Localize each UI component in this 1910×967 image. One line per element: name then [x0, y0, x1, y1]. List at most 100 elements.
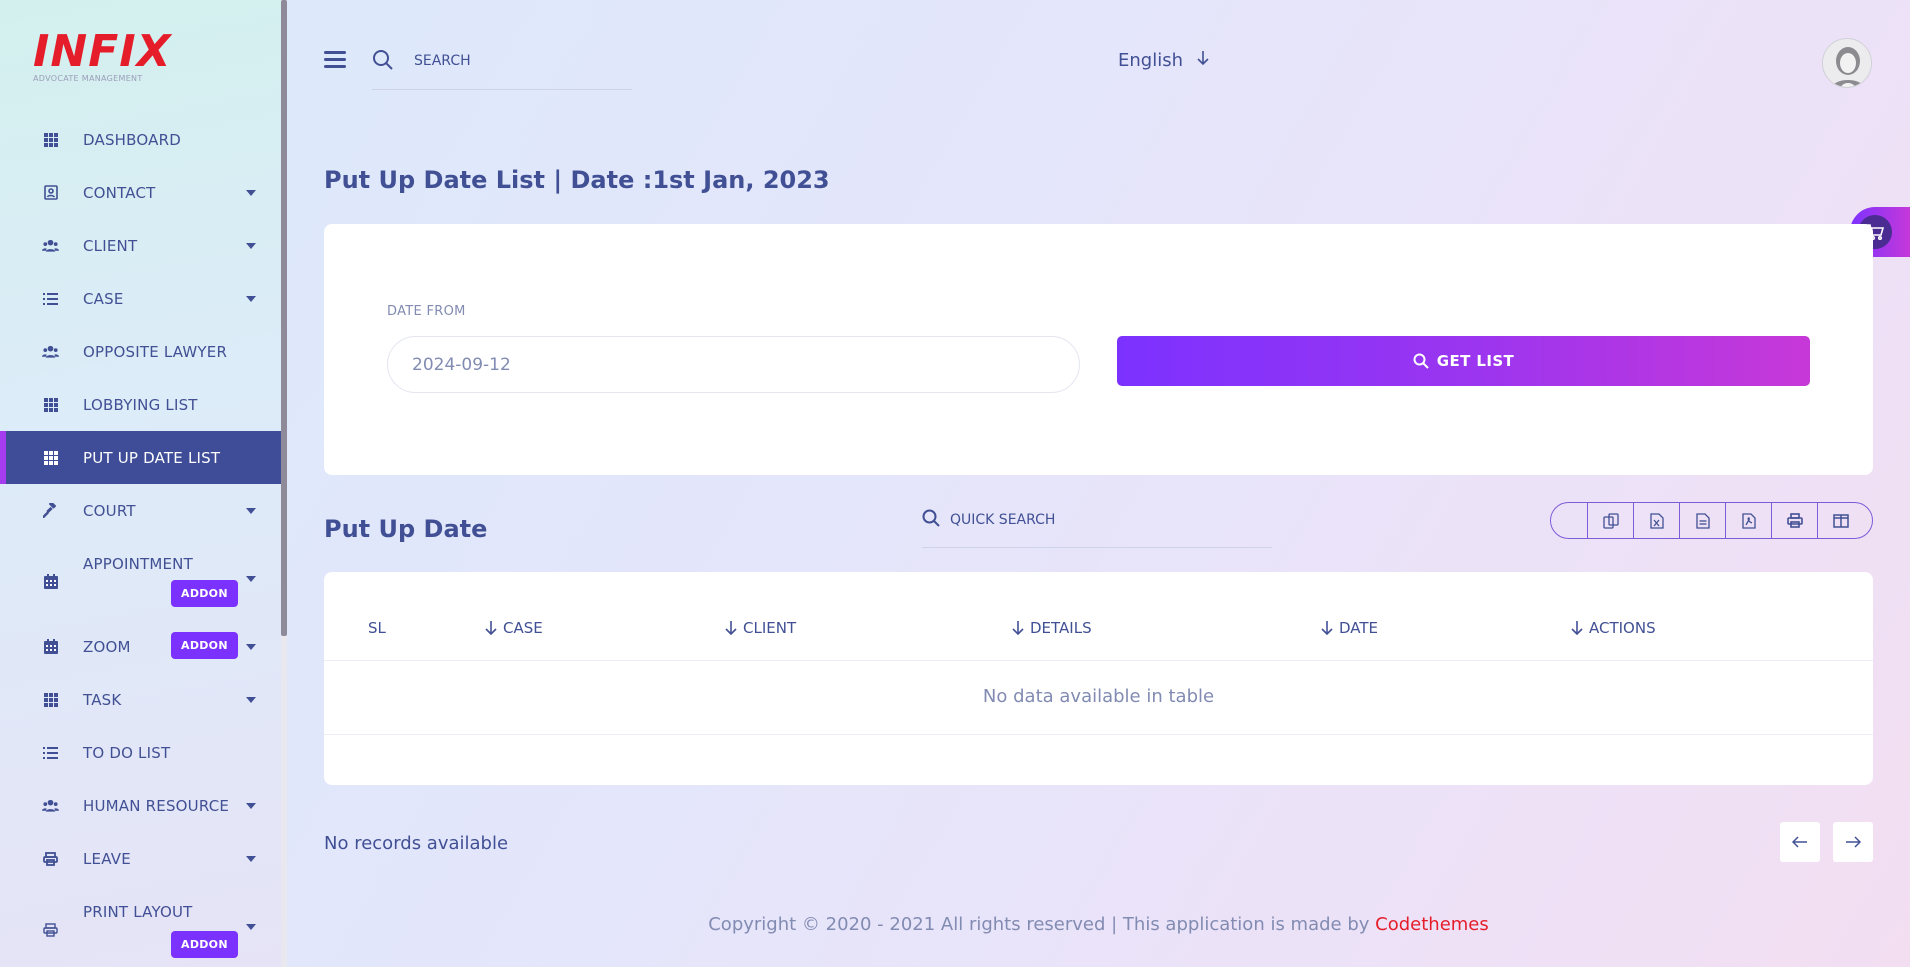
column-header-case[interactable]: Case — [485, 619, 543, 637]
column-header-label: Details — [1030, 619, 1092, 637]
sidebar-item-label: Task — [83, 690, 122, 709]
chevron-down-icon — [246, 189, 256, 196]
column-header-client[interactable]: Client — [725, 619, 796, 637]
grid-icon — [42, 449, 59, 466]
sidebar-item-to-do-list[interactable]: To Do List — [0, 726, 281, 779]
column-header-actions[interactable]: Actions — [1571, 619, 1656, 637]
printer-icon — [42, 850, 59, 867]
grid-icon — [42, 396, 59, 413]
print-button[interactable] — [1771, 503, 1817, 538]
sidebar-item-human-resource[interactable]: Human Resource — [0, 779, 281, 832]
chevron-down-icon — [246, 242, 256, 249]
csv-button[interactable] — [1679, 503, 1725, 538]
sidebar-item-appointment[interactable]: Appointment ADDON — [0, 537, 281, 620]
sidebar-item-label: Appointment — [83, 555, 193, 573]
addon-badge: ADDON — [171, 931, 238, 958]
get-list-label: GET LIST — [1436, 352, 1515, 370]
chevron-down-icon — [246, 575, 256, 582]
chevron-down-icon — [246, 507, 256, 514]
search-input[interactable] — [414, 50, 624, 72]
grid-icon — [42, 131, 59, 148]
sidebar-item-label: Leave — [83, 849, 131, 868]
sidebar-item-task[interactable]: Task — [0, 673, 281, 726]
sidebar: INFIX ADVOCATE MANAGEMENT Dashboard Cont… — [0, 0, 281, 967]
copy-button[interactable] — [1587, 503, 1633, 538]
get-list-button[interactable]: GET LIST — [1117, 336, 1810, 386]
menu-toggle-icon[interactable] — [324, 51, 346, 69]
excel-button[interactable] — [1633, 503, 1679, 538]
sidebar-item-label: Dashboard — [83, 130, 181, 149]
page-title: Put Up Date List | Date :1st Jan, 2023 — [324, 166, 830, 194]
table-divider — [324, 660, 1873, 661]
column-header-label: Date — [1339, 619, 1379, 637]
sidebar-item-case[interactable]: Case — [0, 272, 281, 325]
excel-icon — [1649, 512, 1664, 529]
pdf-button[interactable] — [1725, 503, 1771, 538]
calendar-icon — [42, 638, 59, 655]
sidebar-item-leave[interactable]: Leave — [0, 832, 281, 885]
language-label: English — [1118, 50, 1183, 71]
sidebar-scrollbar-thumb[interactable] — [281, 0, 287, 636]
sidebar-item-label: Human Resource — [83, 796, 230, 815]
sidebar-item-lobbying-list[interactable]: Lobbying List — [0, 378, 281, 431]
table-divider — [324, 734, 1873, 735]
sidebar-scrollbar[interactable] — [281, 0, 287, 967]
sidebar-item-label: Contact — [83, 183, 156, 202]
sort-arrow-icon — [485, 621, 497, 636]
previous-page-button[interactable] — [1780, 822, 1820, 862]
section-title: Put Up Date — [324, 515, 488, 543]
chevron-down-icon — [246, 295, 256, 302]
sidebar-item-label: Client — [83, 236, 138, 255]
data-table: SL Case Client Details Date Actions No d… — [324, 572, 1873, 785]
sort-arrow-icon — [1012, 621, 1024, 636]
sidebar-item-opposite-lawyer[interactable]: Opposite Lawyer — [0, 325, 281, 378]
users-icon — [42, 237, 59, 254]
chevron-down-icon — [246, 855, 256, 862]
quick-search-input[interactable] — [950, 509, 1250, 531]
chevron-down-icon — [246, 802, 256, 809]
csv-icon — [1695, 512, 1710, 529]
logo[interactable]: INFIX ADVOCATE MANAGEMENT — [33, 26, 172, 86]
column-header-label: Actions — [1589, 619, 1656, 637]
logo-text: INFIX — [33, 26, 172, 77]
calendar-icon — [42, 573, 59, 590]
empty-table-message: No data available in table — [982, 686, 1215, 707]
sidebar-item-contact[interactable]: Contact — [0, 166, 281, 219]
addon-badge: ADDON — [171, 632, 238, 659]
column-header-label: Client — [743, 619, 797, 637]
sidebar-item-court[interactable]: Court — [0, 484, 281, 537]
quick-search — [922, 505, 1272, 548]
sidebar-item-label: Case — [83, 289, 124, 308]
user-avatar-icon — [1823, 39, 1871, 87]
sidebar-item-put-up-date-list[interactable]: Put Up Date List — [0, 431, 281, 484]
addon-badge: ADDON — [171, 580, 238, 607]
sidebar-item-zoom[interactable]: Zoom ADDON — [0, 620, 281, 673]
footer-link[interactable]: Codethemes — [1375, 914, 1489, 935]
chevron-down-icon — [246, 696, 256, 703]
sidebar-item-label: Zoom — [83, 637, 131, 656]
column-header-details[interactable]: Details — [1012, 619, 1092, 637]
sort-arrow-icon — [725, 621, 737, 636]
next-page-button[interactable] — [1833, 822, 1873, 862]
sidebar-item-dashboard[interactable]: Dashboard — [0, 113, 281, 166]
filter-card: DATE FROM GET LIST — [324, 224, 1873, 475]
language-selector[interactable]: English — [1118, 50, 1209, 71]
export-button-group — [1550, 502, 1873, 539]
pdf-icon — [1741, 512, 1756, 529]
date-from-input[interactable] — [387, 336, 1080, 393]
sort-arrow-icon — [1571, 621, 1583, 636]
columns-button[interactable] — [1817, 503, 1863, 538]
column-header-date[interactable]: Date — [1321, 619, 1378, 637]
chevron-down-icon — [246, 643, 256, 650]
header-search — [372, 45, 632, 90]
list-icon — [42, 290, 59, 307]
users-icon — [42, 343, 59, 360]
sidebar-item-client[interactable]: Client — [0, 219, 281, 272]
columns-icon — [1832, 513, 1849, 528]
search-icon — [1413, 353, 1429, 369]
avatar[interactable] — [1822, 38, 1872, 88]
arrow-right-icon — [1846, 836, 1861, 848]
search-icon — [922, 509, 940, 527]
sidebar-item-label: To Do List — [83, 743, 171, 762]
column-header-sl[interactable]: SL — [368, 619, 386, 637]
